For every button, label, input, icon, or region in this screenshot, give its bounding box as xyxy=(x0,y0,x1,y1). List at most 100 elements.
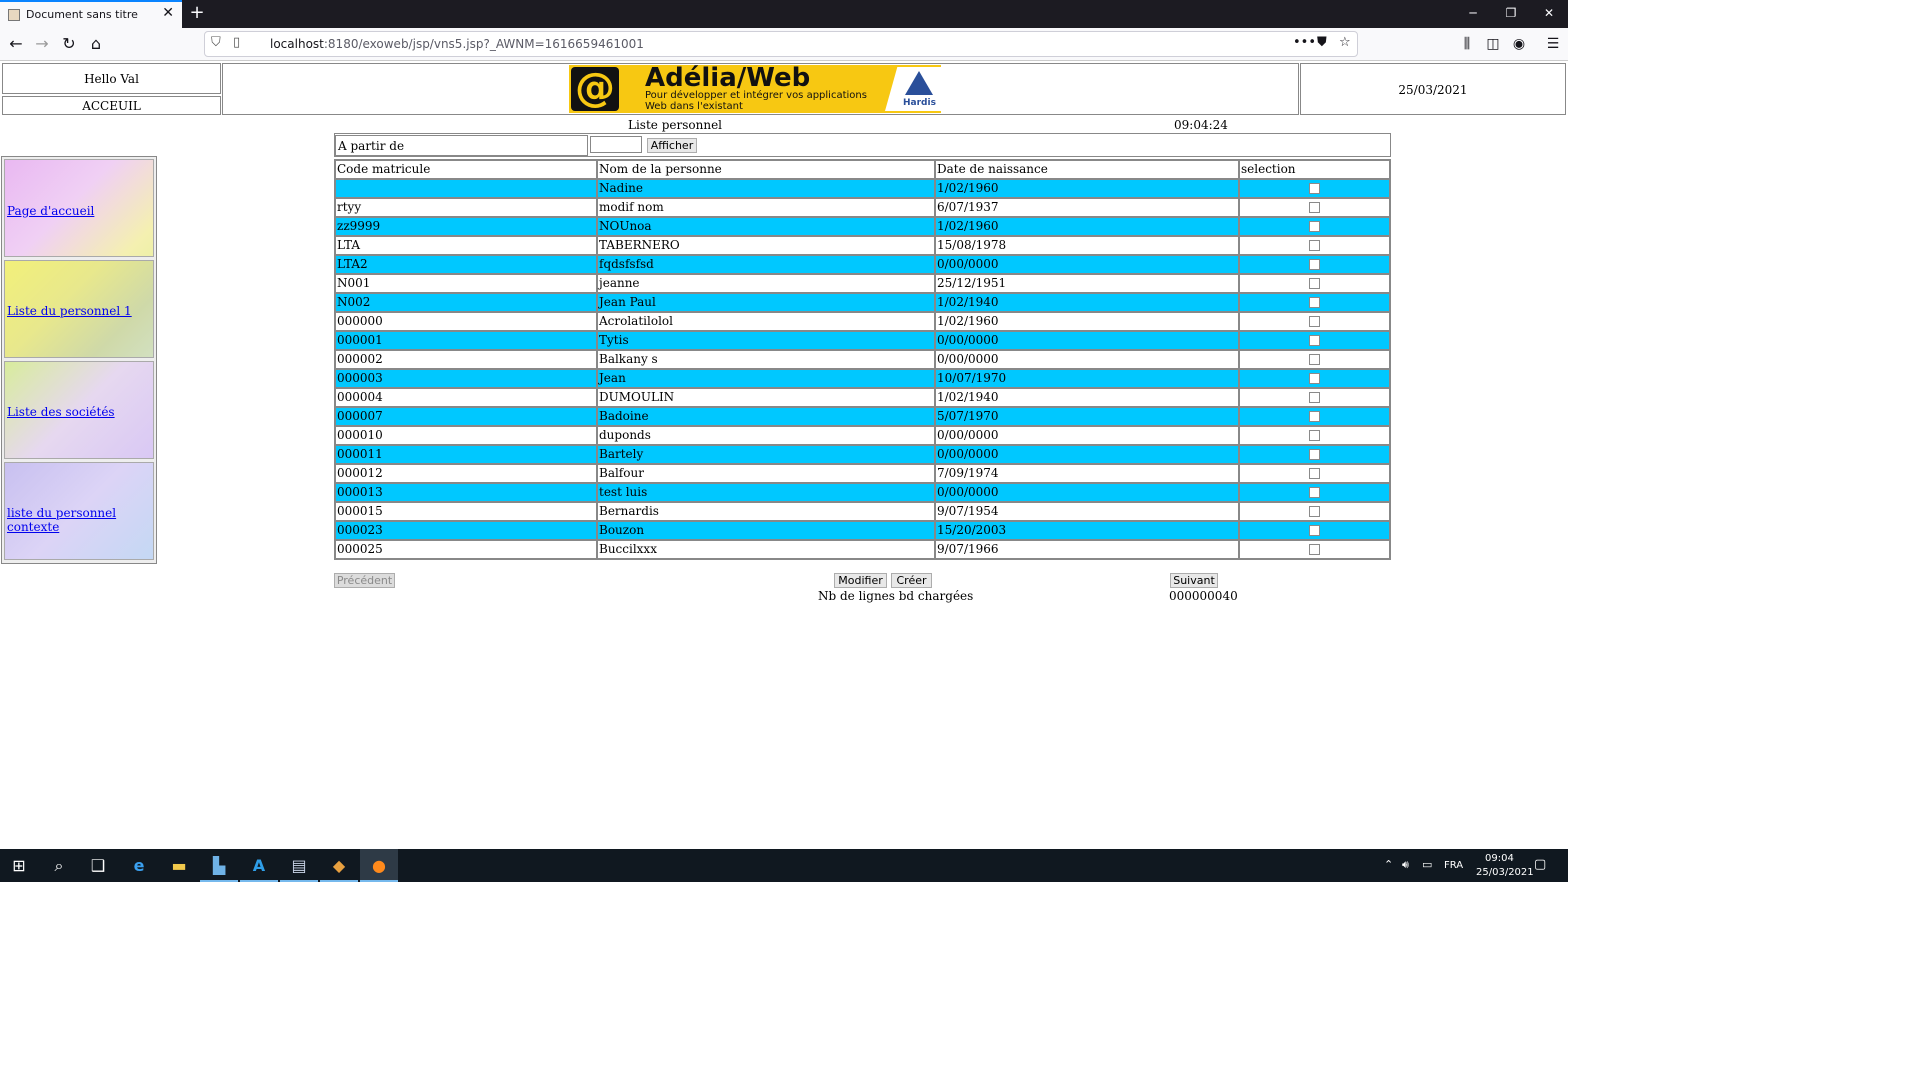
bookmark-star-icon[interactable]: ☆ xyxy=(1339,35,1351,50)
cell-code: 000000 xyxy=(335,312,597,331)
personnel-table: Code matricule Nom de la personne Date d… xyxy=(334,159,1391,560)
notifications-icon[interactable]: ▢ xyxy=(1534,857,1546,872)
cell-name: Balfour xyxy=(597,464,935,483)
sidebar-item-liste-societes[interactable]: Liste des sociétés xyxy=(4,361,154,459)
selection-checkbox[interactable] xyxy=(1309,411,1320,422)
selection-checkbox[interactable] xyxy=(1309,183,1320,194)
hardis-logo: Hardis xyxy=(885,67,941,111)
home-cell[interactable]: ACCEUIL xyxy=(2,96,221,115)
restore-button[interactable]: ❐ xyxy=(1492,0,1530,28)
clock-date[interactable]: 25/03/2021 xyxy=(1476,867,1534,878)
home-label[interactable]: ACCEUIL xyxy=(82,99,141,113)
cell-selection xyxy=(1239,502,1390,521)
table-row: 000015 Bernardis 9/07/1954 xyxy=(335,502,1390,521)
reload-button[interactable]: ↻ xyxy=(57,32,81,56)
url-text[interactable]: localhost:8180/exoweb/jsp/vns5.jsp?_AWNM… xyxy=(270,37,644,51)
cell-birth: 0/00/0000 xyxy=(935,426,1239,445)
selection-checkbox[interactable] xyxy=(1309,506,1320,517)
cell-birth: 10/07/1970 xyxy=(935,369,1239,388)
selection-checkbox[interactable] xyxy=(1309,430,1320,441)
language-indicator[interactable]: FRA xyxy=(1444,860,1463,871)
cell-birth: 9/07/1954 xyxy=(935,502,1239,521)
pocket-icon[interactable]: ⛊ xyxy=(1317,35,1327,50)
selection-checkbox[interactable] xyxy=(1309,525,1320,536)
selection-checkbox[interactable] xyxy=(1309,373,1320,384)
cell-code: LTA xyxy=(335,236,597,255)
selection-checkbox[interactable] xyxy=(1309,487,1320,498)
selection-checkbox[interactable] xyxy=(1309,468,1320,479)
volume-icon[interactable]: 🔊︎ xyxy=(1402,858,1409,872)
modify-button[interactable]: Modifier xyxy=(834,573,887,588)
selection-checkbox[interactable] xyxy=(1309,240,1320,251)
list-time: 09:04:24 xyxy=(1174,118,1228,132)
tray-chevron-icon[interactable]: ⌃ xyxy=(1384,858,1393,871)
cell-code: N002 xyxy=(335,293,597,312)
url-bar[interactable]: ⛉ ▯ localhost:8180/exoweb/jsp/vns5.jsp?_… xyxy=(204,31,1358,57)
account-icon[interactable]: ◉ xyxy=(1508,32,1530,56)
selection-checkbox[interactable] xyxy=(1309,544,1320,555)
internet-explorer-icon[interactable]: e xyxy=(120,849,158,882)
search-icon[interactable]: ⌕ xyxy=(40,849,78,882)
close-window-button[interactable]: ✕ xyxy=(1530,0,1568,28)
selection-checkbox[interactable] xyxy=(1309,316,1320,327)
filter-input[interactable] xyxy=(590,136,642,153)
adelia-studio-icon[interactable]: A xyxy=(240,849,278,882)
library-icon[interactable]: ⫼ xyxy=(1456,32,1478,56)
minimize-button[interactable]: ─ xyxy=(1454,0,1492,28)
new-tab-button[interactable]: + xyxy=(186,2,208,24)
sidebar-link-liste-societes[interactable]: Liste des sociétés xyxy=(7,405,115,419)
task-view-icon[interactable]: ❑ xyxy=(79,849,117,882)
file-explorer-icon[interactable]: ▬ xyxy=(160,849,198,882)
sidebar-link-page-accueil[interactable]: Page d'accueil xyxy=(7,204,94,218)
cell-selection xyxy=(1239,445,1390,464)
app-icon-3[interactable]: ◆ xyxy=(320,849,358,882)
selection-checkbox[interactable] xyxy=(1309,278,1320,289)
selection-checkbox[interactable] xyxy=(1309,392,1320,403)
selection-checkbox[interactable] xyxy=(1309,259,1320,270)
cell-selection xyxy=(1239,464,1390,483)
selection-checkbox[interactable] xyxy=(1309,221,1320,232)
cell-name: Badoine xyxy=(597,407,935,426)
back-button[interactable]: ← xyxy=(4,32,28,56)
browser-tab[interactable]: Document sans titre ✕ xyxy=(0,0,182,28)
selection-checkbox[interactable] xyxy=(1309,354,1320,365)
menu-icon[interactable]: ☰ xyxy=(1542,32,1564,56)
forward-button[interactable]: → xyxy=(30,32,54,56)
windows-start-icon[interactable]: ⊞ xyxy=(0,849,38,882)
sidebar-link-personnel-contexte[interactable]: liste du personnel contexte xyxy=(7,506,153,534)
close-tab-icon[interactable]: ✕ xyxy=(162,5,174,21)
cell-code: 000025 xyxy=(335,540,597,559)
tracking-shield-icon[interactable]: ⛉ xyxy=(211,35,221,50)
more-actions-icon[interactable]: ••• xyxy=(1293,35,1316,50)
system-tray: ⌃ 🔊︎ ▭ FRA 09:04 25/03/2021 ▢ xyxy=(1380,849,1568,882)
sidebar-link-liste-personnel-1[interactable]: Liste du personnel 1 xyxy=(7,304,132,318)
selection-checkbox[interactable] xyxy=(1309,297,1320,308)
cell-selection xyxy=(1239,274,1390,293)
firefox-icon[interactable]: ● xyxy=(360,849,398,882)
previous-button[interactable]: Précédent xyxy=(334,573,395,588)
sidebar-item-liste-personnel-1[interactable]: Liste du personnel 1 xyxy=(4,260,154,358)
selection-checkbox[interactable] xyxy=(1309,202,1320,213)
sidebar-item-page-accueil[interactable]: Page d'accueil xyxy=(4,159,154,257)
show-button[interactable]: Afficher xyxy=(647,138,697,153)
create-button[interactable]: Créer xyxy=(891,573,932,588)
clock-time[interactable]: 09:04 xyxy=(1485,853,1514,864)
at-sign-logo-icon: @ xyxy=(571,67,619,111)
cell-selection xyxy=(1239,369,1390,388)
sidebar-toggle-icon[interactable]: ◫ xyxy=(1482,32,1504,56)
url-host: localhost xyxy=(270,37,324,51)
sidebar-item-personnel-contexte[interactable]: liste du personnel contexte xyxy=(4,462,154,560)
network-icon[interactable]: ▭ xyxy=(1422,858,1432,871)
home-button[interactable]: ⌂ xyxy=(84,32,108,56)
cell-code: 000023 xyxy=(335,521,597,540)
cell-name: Tytis xyxy=(597,331,935,350)
selection-checkbox[interactable] xyxy=(1309,449,1320,460)
cell-birth: 0/00/0000 xyxy=(935,350,1239,369)
app-icon-1[interactable]: ▙ xyxy=(200,849,238,882)
page-info-icon[interactable]: ▯ xyxy=(233,35,240,50)
next-button[interactable]: Suivant xyxy=(1170,573,1218,588)
table-header-row: Code matricule Nom de la personne Date d… xyxy=(335,160,1390,179)
cell-birth: 1/02/1960 xyxy=(935,312,1239,331)
app-icon-2[interactable]: ▤ xyxy=(280,849,318,882)
selection-checkbox[interactable] xyxy=(1309,335,1320,346)
